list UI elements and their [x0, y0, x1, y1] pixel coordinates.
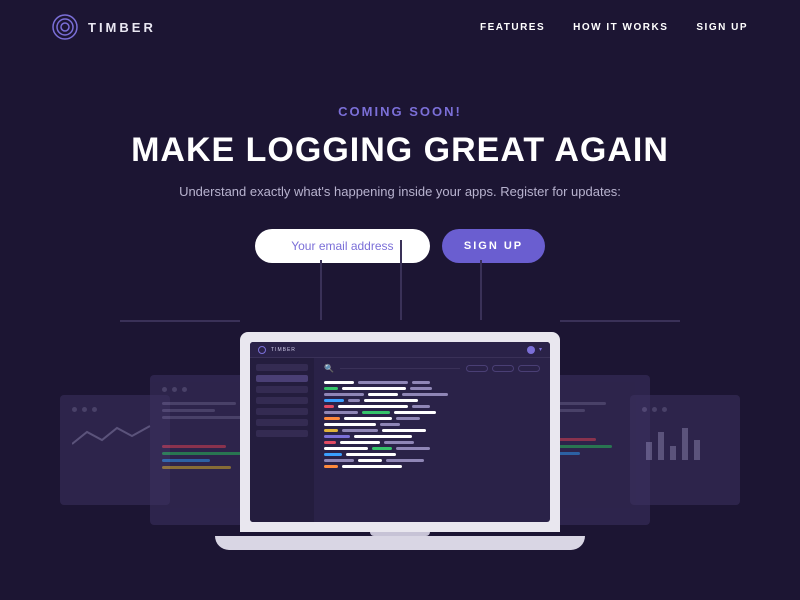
connector-line — [400, 240, 402, 320]
app-sidebar — [250, 358, 314, 522]
filter-chip — [492, 365, 514, 372]
log-lines — [324, 381, 540, 468]
hero-subtitle: Understand exactly what's happening insi… — [0, 184, 800, 199]
nav-features[interactable]: FEATURES — [480, 22, 545, 33]
filter-chip — [518, 365, 540, 372]
connector-line — [320, 260, 322, 320]
app-window: TIMBER ▾ — [250, 342, 550, 522]
app-header: TIMBER ▾ — [250, 342, 550, 358]
sidebar-item — [256, 419, 308, 426]
bars-icon — [642, 422, 722, 462]
laptop-screen: TIMBER ▾ — [240, 332, 560, 532]
app-toolbar: 🔍 — [324, 364, 540, 373]
app-brand: TIMBER — [271, 347, 296, 353]
sidebar-item — [256, 397, 308, 404]
chart-icon — [72, 422, 152, 452]
sidebar-item — [256, 430, 308, 437]
ghost-panel — [630, 395, 740, 505]
email-field[interactable] — [255, 229, 430, 263]
app-main: 🔍 — [314, 358, 550, 522]
laptop-mockup: TIMBER ▾ — [215, 332, 585, 550]
brand-name: TIMBER — [88, 20, 156, 35]
filter-chip — [466, 365, 488, 372]
connector-line — [480, 260, 482, 320]
hero-illustration: TIMBER ▾ — [0, 280, 800, 600]
search-icon: 🔍 — [324, 364, 334, 373]
brand: TIMBER — [52, 14, 156, 40]
search-underline — [340, 368, 460, 369]
nav-how-it-works[interactable]: HOW IT WORKS — [573, 22, 668, 33]
sidebar-item — [256, 364, 308, 371]
brand-logo-icon — [52, 14, 78, 40]
signup-button[interactable]: SIGN UP — [442, 229, 545, 263]
app-logo-icon — [258, 346, 266, 354]
sidebar-item — [256, 375, 308, 382]
sidebar-item — [256, 408, 308, 415]
chevron-down-icon: ▾ — [539, 346, 542, 353]
avatar-icon — [527, 346, 535, 354]
laptop-base — [215, 536, 585, 550]
hero-headline: MAKE LOGGING GREAT AGAIN — [0, 131, 800, 170]
hero-eyebrow: COMING SOON! — [0, 104, 800, 119]
nav-signup[interactable]: SIGN UP — [696, 22, 748, 33]
connector-line — [120, 320, 240, 322]
top-nav: TIMBER FEATURES HOW IT WORKS SIGN UP — [0, 0, 800, 40]
connector-line — [560, 320, 680, 322]
sidebar-item — [256, 386, 308, 393]
nav-links: FEATURES HOW IT WORKS SIGN UP — [480, 22, 748, 33]
